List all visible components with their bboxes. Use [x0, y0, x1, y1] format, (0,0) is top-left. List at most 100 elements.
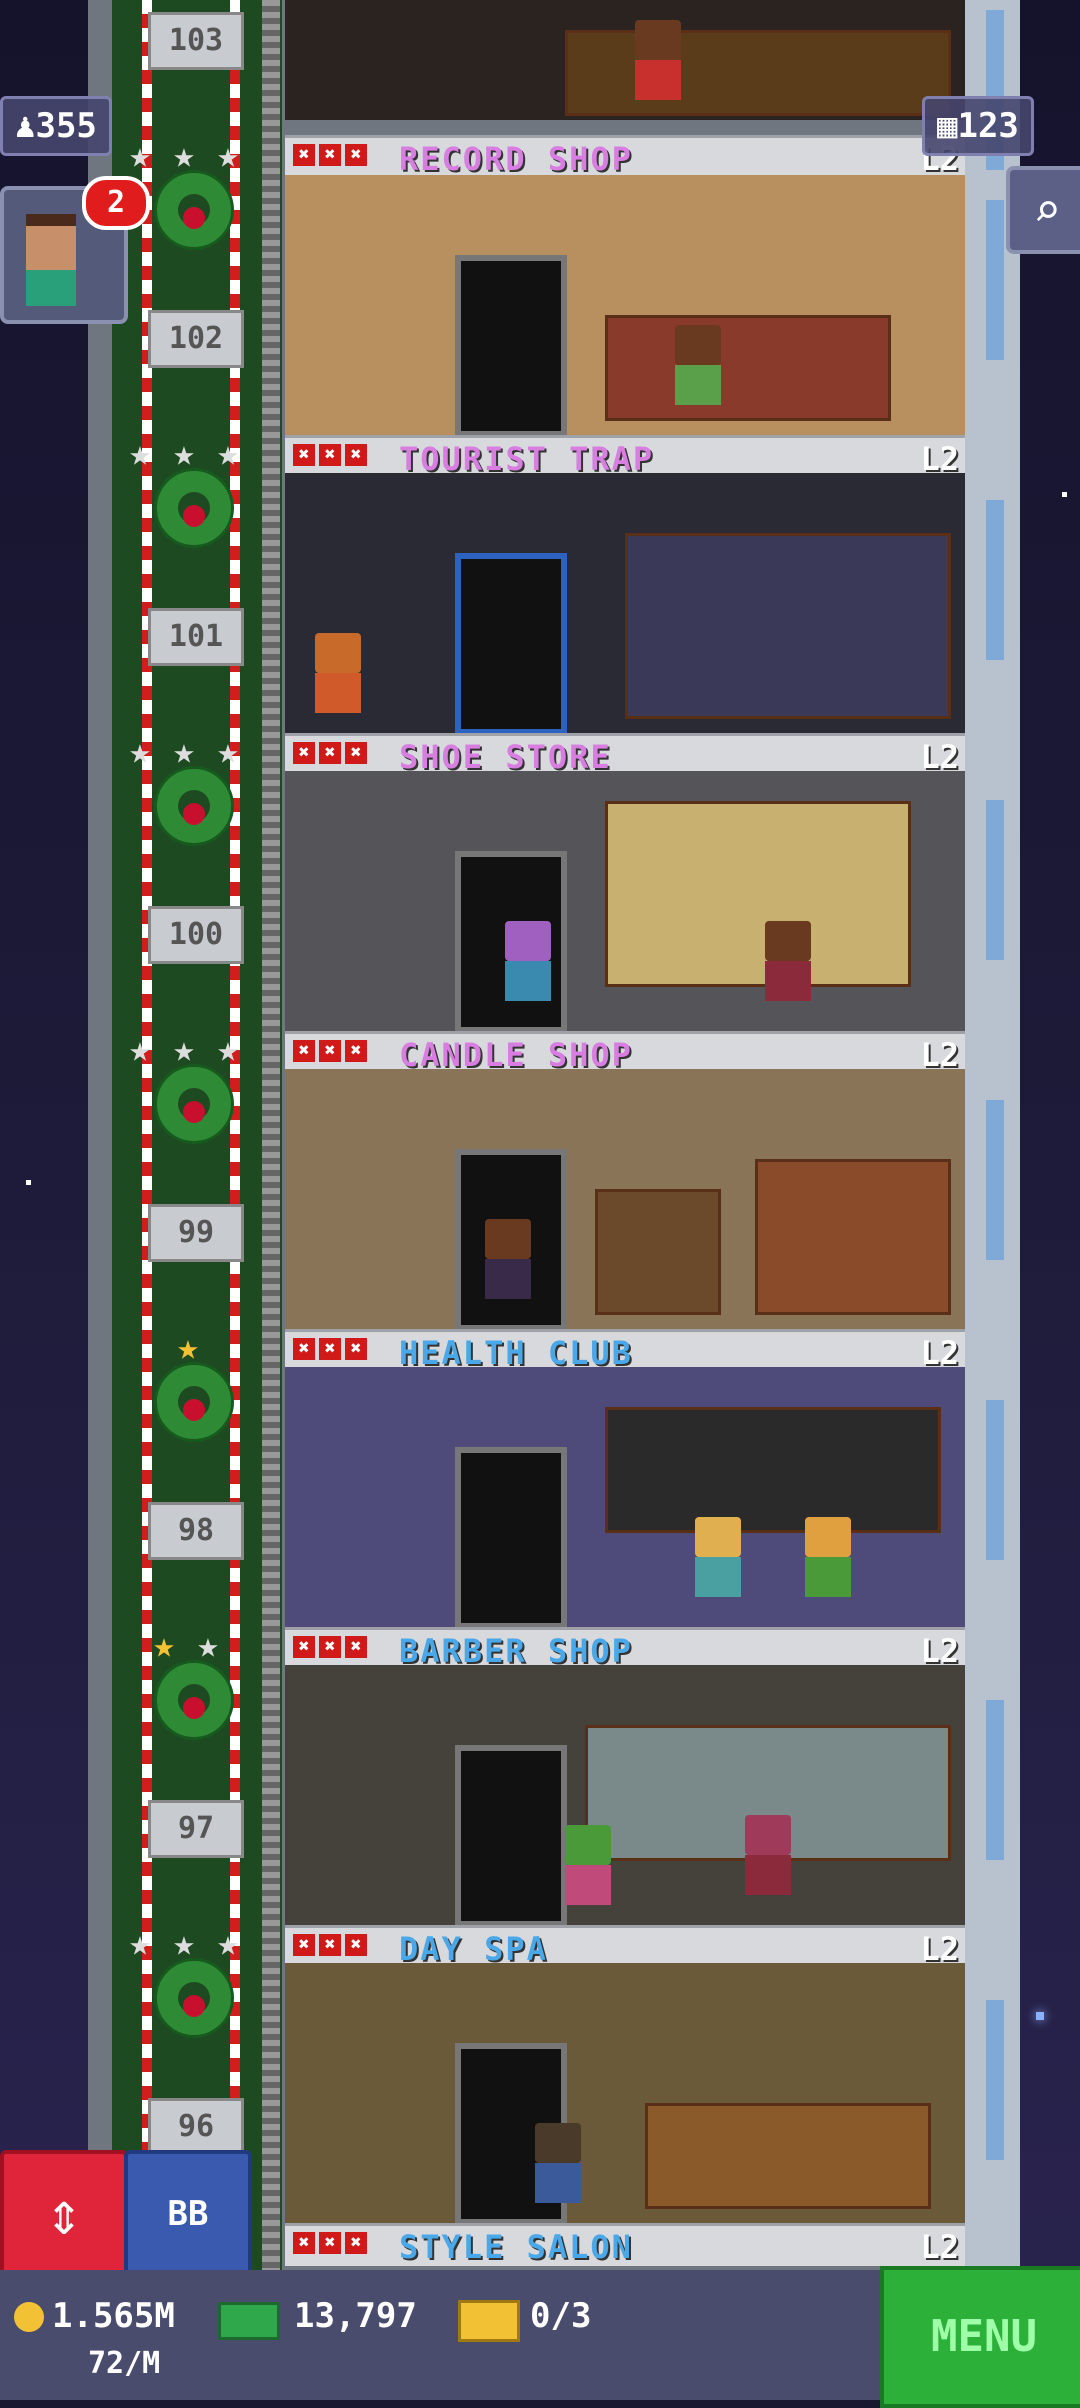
tickets-value: 0/3: [530, 2296, 592, 2336]
floor-counter[interactable]: ▦123: [922, 96, 1034, 156]
star-icon: ★: [129, 135, 151, 176]
floor-record-shop[interactable]: ✖ ✖ ✖ RECORD SHOP L2: [285, 0, 965, 178]
resident-character: [765, 921, 811, 1001]
floor-health-club[interactable]: ✖ ✖ ✖ HEALTH CLUB L2: [285, 1069, 965, 1372]
menu-button[interactable]: MENU: [880, 2266, 1080, 2408]
tower-window: [986, 500, 1004, 660]
merch-shelf: [625, 533, 951, 719]
x-marks: ✖ ✖ ✖: [293, 1636, 371, 1658]
building-icon: ▦: [937, 106, 958, 146]
elevator-floor-number: 97: [148, 1800, 244, 1858]
wreath-icon: [154, 1362, 234, 1442]
room-door: [455, 1745, 567, 1925]
x-marks: ✖ ✖ ✖: [293, 742, 371, 764]
elevator-floor-number: 98: [148, 1502, 244, 1560]
room-interior: [285, 1963, 965, 2223]
ticket-icon: [458, 2300, 520, 2342]
star-icon: ★: [177, 1327, 199, 1368]
avatar-head: [26, 214, 76, 270]
tower-window: [986, 2000, 1004, 2160]
x-marks: ✖ ✖ ✖: [293, 444, 371, 466]
tower-window: [986, 1400, 1004, 1560]
room-door: [455, 1447, 567, 1627]
star-icon: ★: [129, 433, 151, 474]
coin-icon: [14, 2302, 44, 2332]
room-door: [455, 553, 567, 733]
floor-day-spa[interactable]: ✖ ✖ ✖ DAY SPA L2: [285, 1665, 965, 1968]
room-interior: [285, 1367, 965, 1627]
room-interior: [285, 771, 965, 1031]
elevator-floor-number: 96: [148, 2098, 244, 2156]
resident-character: [535, 2123, 581, 2203]
floor-rating-stars: ★ ★: [146, 1628, 286, 1672]
resident-character: [505, 921, 551, 1001]
star-icon: ★: [129, 731, 151, 772]
floor-candle-shop[interactable]: ✖ ✖ ✖ CANDLE SHOP L2: [285, 771, 965, 1074]
star-icon: ★: [173, 1923, 195, 1964]
bb-button[interactable]: BB: [124, 2150, 252, 2278]
floor-label-bar: ✖ ✖ ✖ RECORD SHOP L2: [285, 135, 965, 178]
resident-character: [485, 1219, 531, 1299]
star-icon: ★: [153, 1625, 175, 1666]
avatar-body: [26, 270, 76, 306]
x-marks: ✖ ✖ ✖: [293, 2232, 371, 2254]
wreath-icon: [154, 468, 234, 548]
room-interior: [285, 175, 965, 435]
room-interior: [285, 1069, 965, 1329]
wreath-icon: [154, 170, 234, 250]
wreath-icon: [154, 1958, 234, 2038]
floor-barber-shop[interactable]: ✖ ✖ ✖ BARBER SHOP L2: [285, 1367, 965, 1670]
star-icon: ★: [197, 1625, 219, 1666]
elevator-button[interactable]: ⇕: [0, 2150, 128, 2278]
bux-icon: [218, 2302, 280, 2340]
bux-value: 13,797: [294, 2296, 417, 2336]
floor-shoe-store[interactable]: ✖ ✖ ✖ SHOE STORE L2: [285, 473, 965, 776]
floor-label-bar: ✖ ✖ ✖ STYLE SALON L2: [285, 2223, 965, 2266]
star-icon: ★: [217, 1923, 239, 1964]
resident-character: [805, 1517, 851, 1597]
candle-shelf: [755, 1159, 951, 1315]
elevator-floor-number: 102: [148, 310, 244, 368]
population-value: 355: [35, 106, 97, 146]
star-icon: ★: [173, 731, 195, 772]
coin-rate-value: 72/M: [88, 2346, 161, 2381]
spa-chairs: [645, 2103, 931, 2209]
star-icon: ★: [129, 1029, 151, 1070]
wreath-icon: [154, 1064, 234, 1144]
resident-character: [675, 325, 721, 405]
star-icon: ★: [129, 1923, 151, 1964]
floor-label-bar: ✖ ✖ ✖ TOURIST TRAP L2: [285, 435, 965, 478]
tower-window: [986, 1100, 1004, 1260]
x-marks: ✖ ✖ ✖: [293, 1934, 371, 1956]
shop-name: STYLE SALON: [399, 2228, 633, 2266]
floor-tourist-trap[interactable]: ✖ ✖ ✖ TOURIST TRAP L2: [285, 175, 965, 478]
elevator-floor-number: 100: [148, 906, 244, 964]
tower-window: [986, 200, 1004, 360]
resident-character: [745, 1815, 791, 1895]
tower-window: [986, 1700, 1004, 1860]
floor-label-bar: ✖ ✖ ✖ SHOE STORE L2: [285, 733, 965, 776]
wreath-icon: [154, 766, 234, 846]
resident-character: [315, 633, 361, 713]
floor-label-bar: ✖ ✖ ✖ HEALTH CLUB L2: [285, 1329, 965, 1372]
shaft-cable: [262, 0, 280, 2270]
floor-count-value: 123: [957, 106, 1019, 146]
room-door: [455, 255, 567, 435]
elevator-floor-number: 103: [148, 12, 244, 70]
population-counter[interactable]: ♟355: [0, 96, 112, 156]
star-icon: ★: [173, 1029, 195, 1070]
floor-label-bar: ✖ ✖ ✖ BARBER SHOP L2: [285, 1627, 965, 1670]
star-icon: ★: [217, 433, 239, 474]
merch-shelf: [605, 315, 891, 421]
magnifier-icon[interactable]: ⌕: [1006, 166, 1080, 254]
candle-display: [595, 1189, 721, 1315]
room-interior: [285, 1665, 965, 1925]
star-icon: ★: [217, 1029, 239, 1070]
shop-level: L2: [920, 2228, 959, 2266]
x-marks: ✖ ✖ ✖: [293, 1040, 371, 1062]
up-down-arrow-icon: ⇕: [45, 2179, 83, 2249]
wreath-icon: [154, 1660, 234, 1740]
floor-style-salon[interactable]: ✖ ✖ ✖ STYLE SALON L2: [285, 1963, 965, 2266]
gym-windows: [605, 1407, 941, 1533]
room-interior: [285, 473, 965, 733]
